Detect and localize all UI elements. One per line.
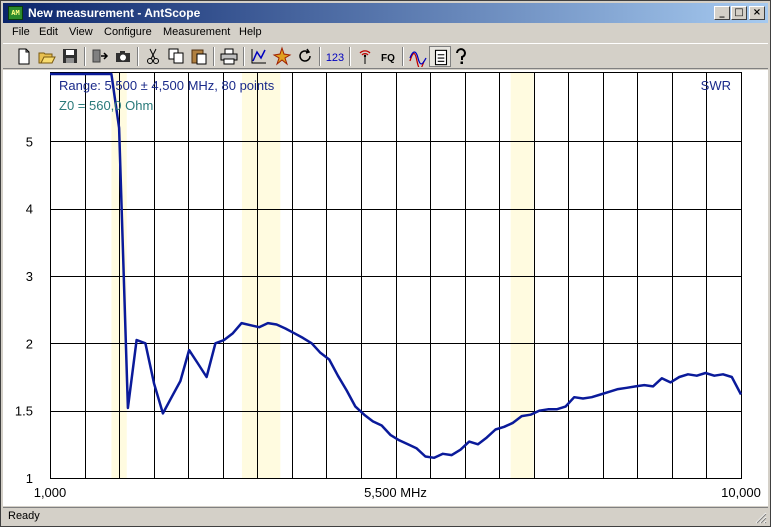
export-icon <box>92 49 109 63</box>
run-button[interactable] <box>271 46 293 67</box>
frequency-button[interactable]: FQ <box>377 46 399 67</box>
camera-icon <box>116 51 130 62</box>
new-button[interactable] <box>13 46 35 67</box>
minimize-button[interactable]: _ <box>714 6 730 20</box>
menu-configure[interactable]: Configure <box>104 26 152 38</box>
title-bar[interactable]: AM New measurement - AntScope _ □ × <box>3 3 768 23</box>
status-text: Ready <box>8 510 40 522</box>
menu-help[interactable]: Help <box>239 26 262 38</box>
menu-bar: File Edit View Configure Measurement Hel… <box>3 24 768 43</box>
copy-button[interactable] <box>165 46 187 67</box>
toolbar-separator <box>349 47 351 66</box>
svg-text:123: 123 <box>326 52 344 64</box>
numeric-view-button[interactable]: 123 <box>324 46 346 67</box>
z0-info: Z0 = 560,0 Ohm <box>59 98 153 113</box>
maximize-button[interactable]: □ <box>731 6 747 20</box>
toolbar-separator <box>213 47 215 66</box>
graph-icon <box>251 49 266 64</box>
x-tick-label: 1,000 <box>34 485 67 500</box>
numeric-view-icon: 123 <box>326 52 344 64</box>
toolbar-separator <box>319 47 321 66</box>
app-window: AM New measurement - AntScope _ □ × File… <box>0 0 771 527</box>
open-button[interactable] <box>36 46 58 67</box>
help-icon <box>456 48 466 64</box>
ham-band-highlight <box>241 72 281 478</box>
run-icon <box>272 46 292 66</box>
refresh-button[interactable] <box>294 46 316 67</box>
toolbar: 123 FQ <box>3 43 768 69</box>
resize-grip-icon[interactable] <box>755 512 767 524</box>
screenshot-button[interactable] <box>112 46 134 67</box>
close-button[interactable]: × <box>749 6 765 20</box>
help-button[interactable] <box>450 46 472 67</box>
open-folder-icon <box>38 52 56 64</box>
y-tick-label: 4 <box>26 202 33 217</box>
paste-button[interactable] <box>188 46 210 67</box>
swr-chart: 1 1.5 2 3 4 5 1,000 5,500 MHz 10,000 Range: 5,5… <box>15 72 761 500</box>
graph-button[interactable] <box>248 46 270 67</box>
svg-text:FQ: FQ <box>381 53 395 64</box>
toolbar-separator <box>84 47 86 66</box>
toolbar-separator <box>137 47 139 66</box>
y-tick-label: 1 <box>26 471 33 486</box>
range-info: Range: 5,500 ± 4,500 MHz, 80 points <box>59 78 275 93</box>
status-bar: Ready <box>3 507 768 525</box>
y-tick-label: 5 <box>26 134 33 149</box>
x-tick-label: 10,000 <box>721 485 761 500</box>
export-button[interactable] <box>89 46 111 67</box>
copy-icon <box>168 48 184 64</box>
paste-icon <box>191 49 207 65</box>
curves-icon <box>409 51 427 67</box>
y-tick-label: 3 <box>26 269 33 284</box>
save-icon <box>63 49 77 63</box>
print-button[interactable] <box>218 46 240 67</box>
memo-icon <box>434 49 448 66</box>
toolbar-separator <box>402 47 404 66</box>
toolbar-separator <box>243 47 245 66</box>
cut-button[interactable] <box>142 46 164 67</box>
plot-area[interactable]: 1 1.5 2 3 4 5 1,000 5,500 MHz 10,000 Range: 5,5… <box>3 70 768 506</box>
refresh-icon <box>299 48 311 62</box>
save-button[interactable] <box>59 46 81 67</box>
x-tick-label: 5,500 MHz <box>364 485 427 500</box>
menu-file[interactable]: File <box>12 26 30 38</box>
menu-view[interactable]: View <box>69 26 93 38</box>
print-icon <box>220 48 238 65</box>
memo-button[interactable] <box>429 46 451 67</box>
frequency-icon: FQ <box>381 53 395 64</box>
y-tick-label: 1.5 <box>15 404 33 419</box>
curves-button[interactable] <box>407 46 429 67</box>
window-title: New measurement - AntScope <box>28 6 201 20</box>
antenna-icon <box>359 50 371 64</box>
cut-icon <box>147 48 159 64</box>
menu-edit[interactable]: Edit <box>39 26 58 38</box>
menu-measurement[interactable]: Measurement <box>163 26 230 38</box>
y-tick-label: 2 <box>26 336 33 351</box>
new-document-icon <box>18 48 30 65</box>
antenna-button[interactable] <box>354 46 376 67</box>
app-icon[interactable]: AM <box>8 6 23 20</box>
swr-mode-label: SWR <box>701 78 731 93</box>
